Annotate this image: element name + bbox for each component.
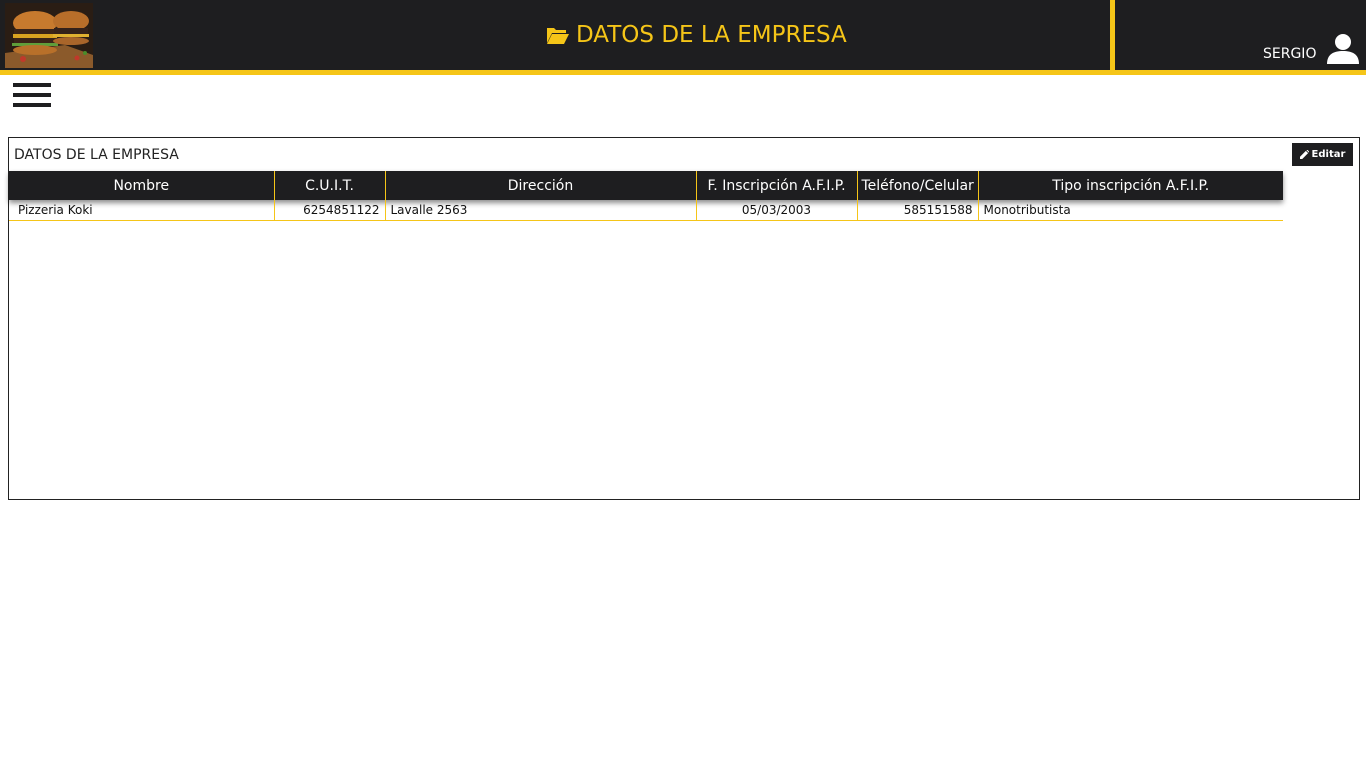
column-header-nombre[interactable]: Nombre: [9, 171, 274, 200]
user-icon[interactable]: [1326, 33, 1360, 65]
company-table: Nombre C.U.I.T. Dirección F. Inscripción…: [9, 171, 1283, 221]
cell-nombre: Pizzeria Koki: [9, 200, 274, 221]
app-header: DATOS DE LA EMPRESA SERGIO: [0, 0, 1366, 70]
header-accent-bar: [0, 70, 1366, 75]
column-header-tipo-inscripcion[interactable]: Tipo inscripción A.F.I.P.: [977, 171, 1283, 200]
edit-button-label: Editar: [1311, 149, 1346, 160]
cell-fecha-inscripcion: 05/03/2003: [695, 200, 857, 221]
column-header-cuit[interactable]: C.U.I.T.: [273, 171, 385, 200]
company-data-panel: DATOS DE LA EMPRESA Editar Nombre C.U.I.…: [8, 137, 1360, 500]
column-header-fecha-inscripcion[interactable]: F. Inscripción A.F.I.P.: [695, 171, 857, 200]
table-row[interactable]: Pizzeria Koki 6254851122 Lavalle 2563 05…: [9, 200, 1283, 221]
table-header-row: Nombre C.U.I.T. Dirección F. Inscripción…: [9, 171, 1283, 200]
hamburger-menu-icon[interactable]: [13, 83, 51, 109]
header-divider: [1110, 0, 1115, 70]
page-title: DATOS DE LA EMPRESA: [546, 20, 847, 50]
user-name[interactable]: SERGIO: [1263, 45, 1316, 63]
cell-cuit: 6254851122: [273, 200, 385, 221]
page-title-text: DATOS DE LA EMPRESA: [576, 22, 847, 48]
column-header-direccion[interactable]: Dirección: [384, 171, 696, 200]
folder-open-icon: [547, 28, 569, 44]
burger-logo: [5, 3, 93, 68]
edit-button[interactable]: Editar: [1292, 143, 1353, 166]
cell-direccion: Lavalle 2563: [384, 200, 696, 221]
column-header-telefono[interactable]: Teléfono/Celular: [856, 171, 978, 200]
pencil-icon: [1299, 150, 1309, 159]
cell-telefono: 585151588: [856, 200, 978, 221]
cell-tipo-inscripcion: Monotributista: [977, 200, 1283, 221]
panel-title: DATOS DE LA EMPRESA: [14, 147, 179, 163]
